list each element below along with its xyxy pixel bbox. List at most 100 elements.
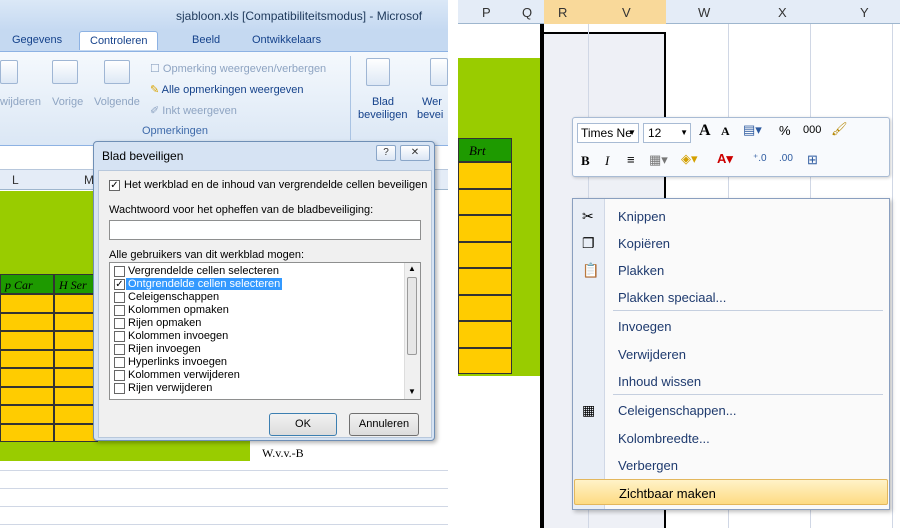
menu-item-verbergen[interactable]: Verbergen (574, 452, 888, 478)
permission-item[interactable]: ✓ Ontgrendelde cellen selecteren (112, 278, 404, 291)
chevron-down-icon[interactable]: ▼ (680, 128, 688, 137)
menu-item-zichtbaar-maken[interactable]: Zichtbaar maken (574, 479, 888, 505)
permission-checkbox[interactable] (114, 357, 125, 368)
fill-color-icon[interactable]: ◈▾ (681, 151, 698, 167)
bold-button[interactable]: B (581, 153, 590, 169)
data-cell[interactable] (54, 331, 98, 350)
scroll-down-icon[interactable]: ▼ (408, 387, 416, 396)
permission-checkbox[interactable] (114, 344, 125, 355)
protect-workbook-label-1[interactable]: Wer (422, 96, 442, 108)
show-ink-button[interactable]: ✐ Inkt weergeven (150, 104, 237, 117)
data-cell[interactable] (458, 294, 512, 321)
protect-workbook-label-2[interactable]: bevei (417, 109, 443, 121)
permission-checkbox[interactable] (114, 383, 125, 394)
protect-sheet-label-1[interactable]: Blad (372, 96, 394, 108)
cancel-button[interactable]: Annuleren (349, 413, 419, 436)
col-header-v[interactable]: V (622, 5, 631, 20)
permission-item[interactable]: Celeigenschappen (112, 291, 404, 304)
merge-center-icon[interactable]: ⊞ (807, 152, 818, 168)
ok-button[interactable]: OK (269, 413, 337, 436)
permission-checkbox[interactable] (114, 266, 125, 277)
permission-checkbox[interactable] (114, 305, 125, 316)
data-cell[interactable] (54, 349, 98, 368)
next-comment-button[interactable]: Volgende (94, 96, 140, 108)
data-cell[interactable] (0, 405, 54, 424)
list-scrollbar[interactable]: ▲ ▼ (404, 263, 420, 399)
italic-button[interactable]: I (605, 153, 609, 169)
data-cell[interactable] (0, 331, 54, 350)
data-cell[interactable] (458, 347, 512, 374)
permission-checkbox[interactable] (114, 370, 125, 381)
data-cell[interactable] (54, 312, 98, 331)
col-header-y[interactable]: Y (860, 5, 869, 20)
protect-checkbox[interactable]: ✓ (109, 180, 120, 191)
show-hide-comment-button[interactable]: ☐ Opmerking weergeven/verbergen (150, 62, 326, 75)
menu-item-plakken-speciaal[interactable]: Plakken speciaal... (574, 284, 888, 310)
data-cell[interactable] (458, 321, 512, 348)
currency-format-icon[interactable]: ▤▾ (743, 122, 762, 138)
increase-decimal-icon[interactable]: ⁺.0 (753, 153, 767, 164)
data-cell[interactable] (458, 215, 512, 242)
data-cell[interactable] (0, 386, 54, 405)
header-cell-hser[interactable]: H Ser (54, 274, 98, 294)
menu-item-verwijderen[interactable]: Verwijderen (574, 341, 888, 367)
delete-comment-button[interactable]: wijderen (0, 96, 41, 108)
menu-item-kolombreedte[interactable]: Kolombreedte... (574, 425, 888, 451)
col-header-q[interactable]: Q (522, 5, 532, 20)
col-header-p[interactable]: P (482, 5, 491, 20)
percent-button[interactable]: % (779, 123, 791, 138)
permission-item[interactable]: Kolommen opmaken (112, 304, 404, 317)
tab-gegevens[interactable]: Gegevens (12, 34, 62, 46)
permission-item[interactable]: Kolommen invoegen (112, 330, 404, 343)
data-cell[interactable] (54, 386, 98, 405)
close-button[interactable]: ✕ (400, 145, 430, 161)
data-cell[interactable] (54, 368, 98, 387)
grow-font-button[interactable]: A (699, 122, 711, 140)
menu-item-knippen[interactable]: ✂ Knippen (574, 203, 888, 229)
show-all-comments-button[interactable]: ✎ Alle opmerkingen weergeven (150, 83, 304, 96)
permission-item[interactable]: Rijen opmaken (112, 317, 404, 330)
tab-controleren[interactable]: Controleren (79, 31, 159, 50)
menu-item-plakken[interactable]: 📋 Plakken (574, 257, 888, 283)
chevron-down-icon[interactable]: ▼ (628, 128, 636, 137)
col-header-l[interactable]: L (12, 173, 19, 187)
password-input[interactable] (109, 220, 421, 240)
permission-checkbox[interactable] (114, 331, 125, 342)
previous-comment-button[interactable]: Vorige (52, 96, 83, 108)
protect-sheet-label-2[interactable]: beveiligen (358, 109, 408, 121)
font-size-box[interactable]: 12 ▼ (643, 123, 691, 143)
data-cell[interactable] (458, 162, 512, 189)
data-cell[interactable] (458, 268, 512, 295)
borders-icon[interactable]: ▦▾ (649, 152, 668, 168)
data-cell[interactable] (54, 423, 98, 442)
tab-beeld[interactable]: Beeld (192, 34, 220, 46)
permission-item[interactable]: Hyperlinks invoegen (112, 356, 404, 369)
permission-checkbox[interactable] (114, 292, 125, 303)
data-cell[interactable] (0, 312, 54, 331)
thousands-button[interactable]: 000 (803, 124, 821, 136)
permission-item[interactable]: Rijen verwijderen (112, 382, 404, 395)
permissions-list[interactable]: Vergrendelde cellen selecteren ✓ Ontgrende… (109, 262, 421, 400)
permission-checkbox[interactable]: ✓ (114, 279, 125, 290)
col-header-w[interactable]: W (698, 5, 710, 20)
menu-item-kopi-ren[interactable]: ❐ Kopiëren (574, 230, 888, 256)
shrink-font-button[interactable]: A (721, 124, 730, 139)
data-cell[interactable] (0, 349, 54, 368)
font-name-box[interactable]: Times Ne ▼ (577, 123, 639, 143)
data-cell[interactable] (0, 423, 54, 442)
data-cell[interactable] (54, 294, 98, 313)
font-color-icon[interactable]: A▾ (717, 151, 733, 167)
data-cell[interactable] (458, 188, 512, 215)
help-button[interactable]: ? (376, 145, 396, 161)
menu-item-invoegen[interactable]: Invoegen (574, 313, 888, 339)
col-header-r[interactable]: R (558, 5, 567, 20)
data-cell[interactable] (0, 294, 54, 313)
permission-item[interactable]: Rijen invoegen (112, 343, 404, 356)
format-painter-icon[interactable]: 🖌 (831, 121, 848, 137)
permission-item[interactable]: Kolommen verwijderen (112, 369, 404, 382)
menu-item-inhoud-wissen[interactable]: Inhoud wissen (574, 368, 888, 394)
menu-item-celeigenschappen[interactable]: ▦ Celeigenschappen... (574, 397, 888, 423)
data-cell[interactable] (458, 241, 512, 268)
align-center-icon[interactable]: ≡ (627, 152, 635, 167)
decrease-decimal-icon[interactable]: .00 (779, 153, 793, 164)
